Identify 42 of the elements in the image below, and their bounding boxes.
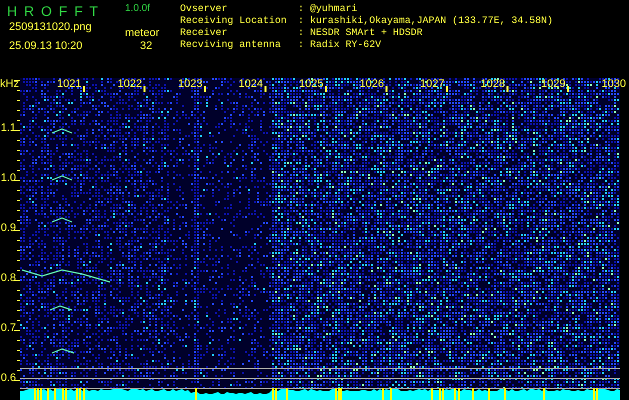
y-axis-label: 1.0 [0,172,16,185]
x-axis-label: 1022 [118,78,142,91]
info-value: Radix RY-62V [310,39,382,50]
x-axis-label: 1027 [420,78,444,91]
x-axis-label: 1029 [541,78,566,91]
x-axis-label: 1021 [57,78,82,91]
y-axis-label: 0.8 [0,272,16,285]
separator: : [298,39,304,50]
info-label: Ovserver [180,3,228,15]
y-axis-label: 0.7 [0,322,16,335]
app-title: H R O F F T [7,3,98,19]
x-axis-label: 1024 [238,78,263,91]
x-axis-label: 1030 [602,78,626,91]
tick-mark [83,86,85,92]
separator: : [298,27,304,38]
tick-mark [204,86,206,92]
tick-mark [264,86,266,92]
separator: : [298,15,304,26]
info-value: kurashiki,Okayama,JAPAN (133.77E, 34.58N) [310,15,553,26]
meteor-count: 32 [140,40,152,53]
tick-mark [144,86,146,92]
version-label: 1.0.0f [125,3,150,15]
info-label: Receiver [180,27,228,39]
tick-mark [446,86,448,92]
tick-mark [506,86,508,92]
y-axis-label: 0.9 [0,222,16,235]
tick-mark [386,86,388,92]
x-axis-label: 1023 [178,78,202,91]
info-label: Receiving Location [180,15,288,27]
info-value: @yuhmari [310,3,358,14]
x-axis-label: 1026 [360,78,384,91]
timestamp: 25.09.13 10:20 [9,40,82,53]
tick-mark [325,86,327,92]
file-name: 2509131020.png [9,21,92,34]
mode-label: meteor [125,27,160,40]
info-label: Recviving antenna [180,39,282,51]
info-value: NESDR SMArt + HDSDR [310,27,423,38]
separator: : [298,3,304,14]
y-axis-label: 0.6 [0,372,16,385]
tick-mark [567,86,569,92]
axis-unit-label: kHz [0,78,19,91]
x-axis-label: 1025 [299,78,324,91]
